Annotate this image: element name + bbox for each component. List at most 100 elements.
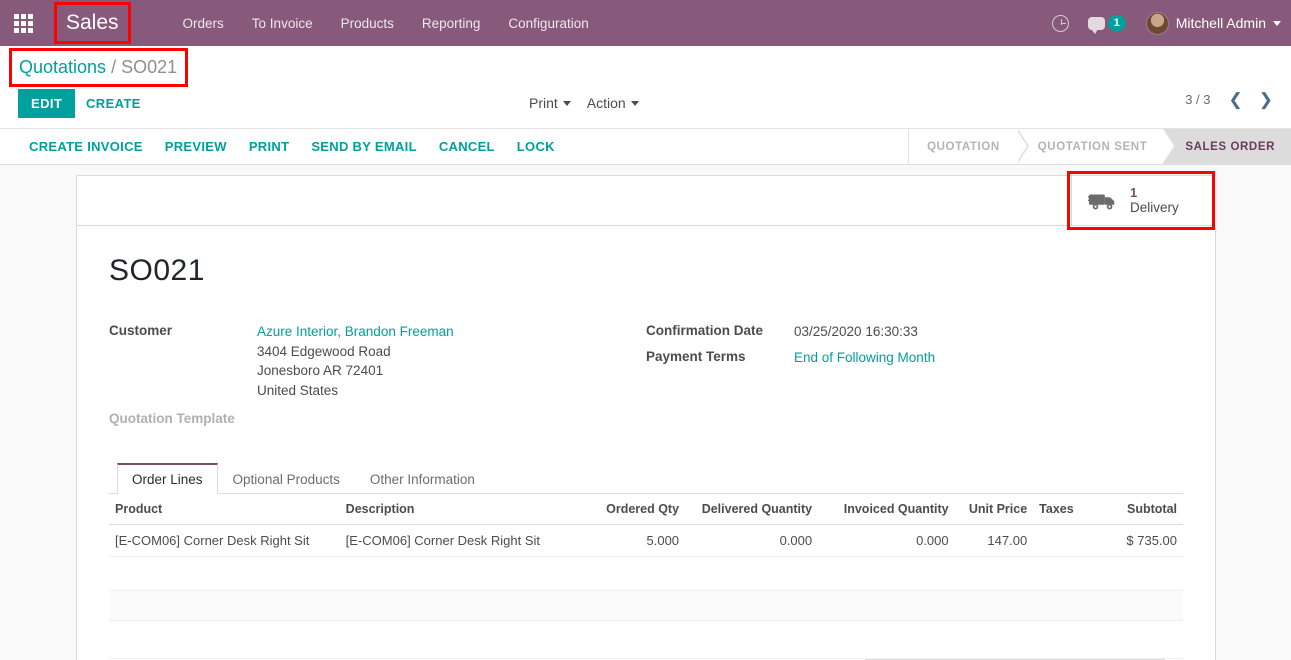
chevron-down-icon: [562, 100, 571, 106]
status-step-sales-order[interactable]: SALES ORDER: [1163, 129, 1291, 164]
navbar-right-tools: 1 Mitchell Admin: [1046, 0, 1281, 46]
status-step-quotation[interactable]: QUOTATION: [909, 129, 1029, 164]
notebook-tabs: Order Lines Optional Products Other Info…: [109, 462, 1183, 494]
statusbar-row: CREATE INVOICE PREVIEW PRINT SEND BY EMA…: [0, 129, 1291, 165]
record-pager: 3 / 3 ❮ ❯: [1185, 91, 1279, 108]
col-product: Product: [109, 494, 340, 525]
pager-next-icon[interactable]: ❯: [1253, 91, 1279, 108]
control-panel-buttons-row: EDIT CREATE Print Action 3 / 3 ❮ ❯: [0, 86, 1291, 128]
customer-label: Customer: [109, 323, 173, 338]
menu-item-orders[interactable]: Orders: [169, 10, 238, 37]
breadcrumb: Quotations / SO021: [14, 54, 182, 80]
app-brand-sales[interactable]: Sales: [58, 8, 127, 37]
activities-clock-icon[interactable]: [1046, 8, 1076, 38]
col-description: Description: [339, 494, 584, 525]
breadcrumb-separator: /: [111, 57, 117, 77]
user-menu[interactable]: Mitchell Admin: [1138, 11, 1281, 35]
create-button[interactable]: CREATE: [76, 89, 151, 118]
payment-terms-value: End of Following Month: [794, 348, 935, 368]
confirmation-date-label: Confirmation Date: [646, 323, 764, 338]
delivery-count: 1: [1130, 185, 1138, 200]
action-dropdown[interactable]: Action: [583, 91, 643, 115]
preview-button[interactable]: PREVIEW: [154, 133, 238, 160]
order-lines-header: Product Description Ordered Qty Delivere…: [109, 494, 1183, 525]
tab-optional-products[interactable]: Optional Products: [218, 463, 355, 494]
cell-taxes: [1033, 524, 1093, 557]
cell-subtotal: $ 735.00: [1092, 524, 1183, 557]
cell-unit-price: 147.00: [954, 524, 1034, 557]
control-panel: Quotations / SO021 EDIT CREATE Print Act…: [0, 46, 1291, 129]
table-blank-row: [109, 620, 1183, 659]
lock-button[interactable]: LOCK: [506, 133, 566, 160]
delivery-label: Delivery: [1130, 200, 1179, 215]
breadcrumb-item-current: SO021: [121, 57, 178, 77]
menu-item-reporting[interactable]: Reporting: [408, 10, 495, 37]
order-lines-table: Product Description Ordered Qty Delivere…: [109, 494, 1183, 659]
form-fields-grid: Customer Azure Interior, Brandon Freeman…: [109, 322, 1183, 432]
print-button[interactable]: PRINT: [238, 133, 301, 160]
main-menu: Orders To Invoice Products Reporting Con…: [169, 10, 603, 37]
create-invoice-button[interactable]: CREATE INVOICE: [18, 133, 154, 160]
menu-item-configuration[interactable]: Configuration: [494, 10, 602, 37]
status-step-quotation-sent[interactable]: QUOTATION SENT: [1015, 129, 1176, 164]
avatar: [1145, 11, 1169, 35]
top-navbar: Sales Orders To Invoice Products Reporti…: [0, 0, 1291, 46]
messages-count-badge: 1: [1107, 15, 1126, 31]
cell-product: [E-COM06] Corner Desk Right Sit: [109, 524, 340, 557]
menu-item-products[interactable]: Products: [327, 10, 408, 37]
delivery-smart-button[interactable]: 1 Delivery: [1071, 175, 1216, 226]
table-spacer-row: [109, 556, 1183, 591]
form-column-left: Customer Azure Interior, Brandon Freeman…: [109, 322, 646, 432]
chat-bubble-icon: [1087, 16, 1105, 34]
messages-button[interactable]: 1: [1082, 15, 1132, 34]
page-title: SO021: [109, 254, 205, 287]
user-name-label: Mitchell Admin: [1175, 15, 1266, 31]
chevron-down-icon: [630, 100, 639, 106]
menu-item-to-invoice[interactable]: To Invoice: [238, 10, 327, 37]
cell-ordered-qty: 5.000: [583, 524, 686, 557]
field-payment-terms: Payment Terms End of Following Month: [646, 348, 1183, 368]
status-pipeline: QUOTATION QUOTATION SENT SALES ORDER: [908, 129, 1291, 164]
tab-order-lines[interactable]: Order Lines: [117, 463, 218, 494]
send-by-email-button[interactable]: SEND BY EMAIL: [300, 133, 428, 160]
form-background: 1 Delivery SO021 Customer Azure Interior…: [0, 165, 1291, 660]
col-subtotal: Subtotal: [1092, 494, 1183, 525]
brand-annotation-wrap: Sales: [54, 2, 131, 44]
payment-terms-link[interactable]: End of Following Month: [794, 350, 935, 365]
customer-link[interactable]: Azure Interior, Brandon Freeman: [257, 324, 454, 339]
breadcrumb-row: Quotations / SO021: [0, 46, 1291, 87]
pager-previous-icon[interactable]: ❮: [1223, 91, 1249, 108]
field-confirmation-date: Confirmation Date 03/25/2020 16:30:33: [646, 322, 1183, 342]
print-dropdown[interactable]: Print: [525, 91, 575, 115]
cancel-button[interactable]: CANCEL: [428, 133, 506, 160]
customer-address-line-3: United States: [257, 382, 339, 398]
cell-description: [E-COM06] Corner Desk Right Sit: [339, 524, 584, 557]
table-header-row: Product Description Ordered Qty Delivere…: [109, 494, 1183, 525]
edit-button[interactable]: EDIT: [18, 89, 76, 118]
field-customer: Customer Azure Interior, Brandon Freeman…: [109, 322, 646, 400]
quotation-template-label: Quotation Template: [109, 411, 235, 426]
col-delivered-quantity: Delivered Quantity: [685, 494, 819, 525]
field-quotation-template: Quotation Template: [109, 410, 646, 426]
action-dropdown-label: Action: [586, 95, 626, 111]
col-unit-price: Unit Price: [954, 494, 1034, 525]
smart-button-annotation-wrap: 1 Delivery: [1067, 171, 1216, 230]
form-column-right: Confirmation Date 03/25/2020 16:30:33 Pa…: [646, 322, 1183, 432]
table-row[interactable]: [E-COM06] Corner Desk Right Sit [E-COM06…: [109, 524, 1183, 557]
table-add-line-row[interactable]: [109, 590, 1183, 621]
smart-button-box: 1 Delivery: [77, 171, 1216, 230]
confirmation-date-value: 03/25/2020 16:30:33: [794, 324, 918, 339]
notebook: Order Lines Optional Products Other Info…: [109, 462, 1183, 660]
print-dropdown-label: Print: [529, 95, 558, 111]
pager-count: 3 / 3: [1185, 92, 1211, 107]
col-taxes: Taxes: [1033, 494, 1093, 525]
cell-delivered-quantity: 0.000: [685, 524, 819, 557]
breadcrumb-item-quotations[interactable]: Quotations: [19, 57, 106, 77]
col-invoiced-quantity: Invoiced Quantity: [818, 494, 955, 525]
control-panel-dropdowns: Print Action: [525, 91, 643, 115]
tab-other-information[interactable]: Other Information: [355, 463, 490, 494]
truck-icon: [1088, 193, 1115, 209]
col-ordered-qty: Ordered Qty: [583, 494, 686, 525]
cell-invoiced-quantity: 0.000: [818, 524, 955, 557]
apps-grid-icon[interactable]: [0, 0, 46, 46]
